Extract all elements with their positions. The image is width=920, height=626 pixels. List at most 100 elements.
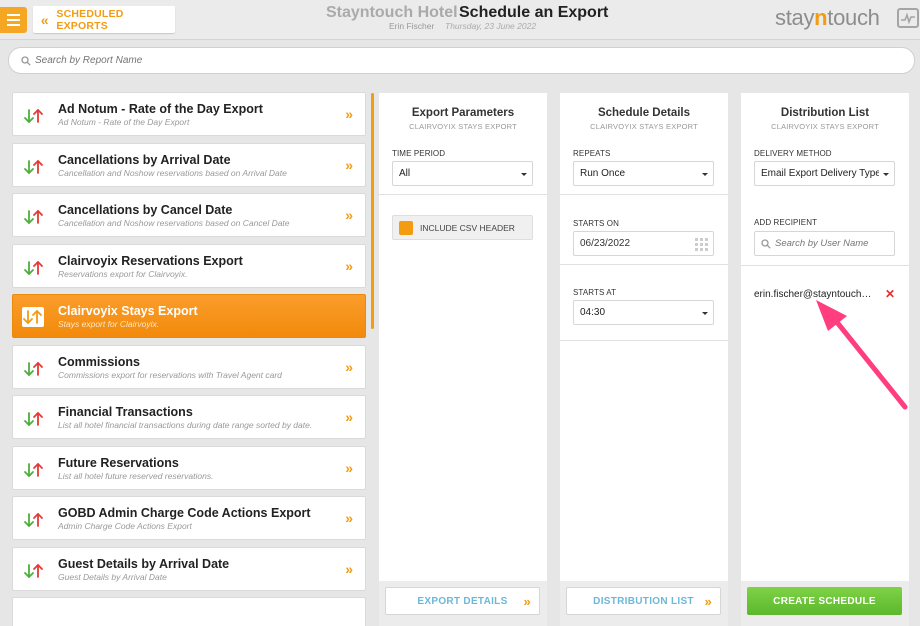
- report-list-item[interactable]: GOBD Admin Charge Code Actions Export Adm…: [12, 496, 366, 540]
- distribution-list-panel: Distribution List CLAIRVOYIX STAYS EXPOR…: [741, 93, 909, 626]
- panel-title: Export Parameters: [411, 107, 515, 119]
- panel-subtitle: CLAIRVOYIX STAYS EXPORT: [771, 122, 879, 131]
- create-schedule-button[interactable]: CREATE SCHEDULE: [747, 587, 902, 615]
- sort-arrows-icon: [23, 209, 45, 225]
- sort-arrows-icon: [23, 563, 45, 579]
- sort-arrows-icon: [23, 411, 45, 427]
- report-list-item[interactable]: Cancellations by Arrival Date Cancellatio…: [12, 142, 366, 187]
- hotel-name: Stayntouch Hotel: [326, 4, 458, 21]
- repeats-section: REPEATS Run Once: [560, 139, 728, 195]
- dropdown-caret-icon: [883, 173, 889, 176]
- time-period-section: TIME PERIOD All: [379, 139, 547, 195]
- report-description: Commissions export for reservations with…: [58, 369, 282, 380]
- starts-at-value: 04:30: [580, 307, 606, 318]
- panel-title: Schedule Details: [597, 107, 691, 119]
- report-description: Stays export for Clairvoyix.: [58, 319, 160, 329]
- starts-on-value: 06/23/2022: [580, 238, 631, 249]
- report-description: Admin Charge Code Actions Export: [58, 521, 192, 531]
- calendar-icon[interactable]: [695, 238, 708, 251]
- business-date: Thursday, 23 June 2022: [445, 21, 537, 31]
- logo-text-n: n: [814, 5, 828, 30]
- sort-arrows-icon: [23, 260, 45, 276]
- report-title: GOBD Admin Charge Code Actions Export: [58, 506, 311, 520]
- sort-arrows-icon: [23, 512, 45, 528]
- sort-arrows-icon: [22, 307, 44, 327]
- recipient-search-input[interactable]: [775, 238, 885, 249]
- double-chevron-right-icon: »: [345, 106, 353, 122]
- menu-icon[interactable]: [0, 7, 27, 33]
- starts-on-label: STARTS ON: [573, 219, 619, 228]
- time-period-select[interactable]: All: [392, 161, 533, 186]
- report-description: List all hotel future reserved reservati…: [58, 470, 214, 481]
- export-parameters-panel: Export Parameters CLAIRVOYIX STAYS EXPOR…: [379, 93, 547, 626]
- report-search-bar[interactable]: [8, 47, 915, 74]
- double-chevron-right-icon: »: [345, 207, 353, 223]
- delivery-method-label: DELIVERY METHOD: [754, 149, 832, 158]
- report-description: Reservations export for Clairvoyix.: [58, 268, 188, 279]
- starts-at-section: STARTS AT 04:30: [560, 265, 728, 341]
- starts-at-label: STARTS AT: [573, 288, 617, 297]
- distribution-list-label: DISTRIBUTION LIST: [593, 595, 694, 607]
- panel-footer: EXPORT DETAILS »: [379, 581, 547, 626]
- report-description: Cancellation and Noshow reservations bas…: [58, 167, 287, 178]
- delivery-method-select[interactable]: Email Export Delivery Type: [754, 161, 895, 186]
- report-title: Cancellations by Cancel Date: [58, 203, 233, 217]
- report-description: Guest Details by Arrival Date: [58, 571, 167, 582]
- include-csv-header-toggle[interactable]: INCLUDE CSV HEADER: [392, 215, 533, 240]
- double-chevron-right-icon: »: [345, 358, 353, 375]
- repeats-select[interactable]: Run Once: [573, 161, 714, 186]
- double-chevron-right-icon: »: [704, 594, 712, 609]
- double-chevron-right-icon: »: [345, 510, 353, 526]
- search-icon: [761, 238, 771, 249]
- report-title: Cancellations by Arrival Date: [58, 152, 231, 167]
- checkbox-checked-icon[interactable]: [399, 220, 413, 235]
- list-scrollbar[interactable]: [371, 93, 374, 329]
- csv-header-label: INCLUDE CSV HEADER: [420, 222, 515, 233]
- logo-text-prefix: stay: [775, 5, 815, 30]
- report-list-item[interactable]: Commissions Commissions export for reserv…: [12, 344, 366, 389]
- remove-recipient-close-icon[interactable]: ✕: [885, 287, 895, 301]
- report-list-item[interactable]: Clairvoyix Stays Export Stays export for …: [12, 294, 366, 338]
- recipient-email: erin.fischer@stayntouch.com: [754, 289, 872, 300]
- schedule-details-panel: Schedule Details CLAIRVOYIX STAYS EXPORT…: [560, 93, 728, 626]
- create-schedule-label: CREATE SCHEDULE: [773, 595, 876, 607]
- dropdown-caret-icon: [702, 173, 708, 176]
- report-description: Cancellation and Noshow reservations bas…: [58, 218, 290, 228]
- panel-subtitle: CLAIRVOYIX STAYS EXPORT: [590, 122, 698, 131]
- back-to-scheduled-exports-button[interactable]: « SCHEDULED EXPORTS: [33, 6, 175, 33]
- report-list-item[interactable]: Cancellations by Cancel Date Cancellation…: [12, 193, 366, 237]
- report-title: Financial Transactions: [58, 405, 193, 419]
- report-title: Clairvoyix Stays Export: [58, 304, 198, 318]
- time-period-value: All: [399, 168, 411, 179]
- app-header: « SCHEDULED EXPORTS Stayntouch Hotel Sch…: [0, 0, 920, 40]
- dropdown-caret-icon: [702, 312, 708, 315]
- search-input[interactable]: [35, 55, 335, 66]
- report-list-item[interactable]: Future Reservations List all hotel future…: [12, 445, 366, 490]
- report-list-item[interactable]: Guest Details by Arrival Date Guest Detai…: [12, 546, 366, 591]
- double-chevron-left-icon: «: [40, 11, 49, 28]
- distribution-list-button[interactable]: DISTRIBUTION LIST »: [566, 587, 721, 615]
- report-title: Commissions: [58, 354, 140, 369]
- report-list-item[interactable]: Clairvoyix Reservations Export Reservatio…: [12, 243, 366, 288]
- double-chevron-right-icon: »: [345, 560, 353, 577]
- report-list-item[interactable]: Financial Transactions List all hotel fin…: [12, 395, 366, 439]
- report-list: Ad Notum - Rate of the Day Export Ad Notu…: [12, 92, 368, 626]
- double-chevron-right-icon: »: [345, 459, 353, 476]
- back-button-label: SCHEDULED EXPORTS: [56, 7, 124, 32]
- divider: [741, 265, 909, 266]
- panel-footer: CREATE SCHEDULE: [741, 581, 909, 626]
- add-recipient-field[interactable]: [754, 231, 895, 256]
- report-list-item-partial[interactable]: [12, 597, 366, 626]
- repeats-label: REPEATS: [573, 149, 611, 158]
- sort-arrows-icon: [23, 159, 45, 175]
- stayntouch-logo: stayntouch: [775, 5, 880, 31]
- starts-at-select[interactable]: 04:30: [573, 300, 714, 325]
- sort-arrows-icon: [23, 108, 45, 124]
- panel-subtitle: CLAIRVOYIX STAYS EXPORT: [409, 122, 517, 131]
- add-recipient-label: ADD RECIPIENT: [754, 218, 818, 227]
- sort-arrows-icon: [23, 462, 45, 478]
- report-list-item[interactable]: Ad Notum - Rate of the Day Export Ad Notu…: [12, 92, 366, 136]
- export-details-button[interactable]: EXPORT DETAILS »: [385, 587, 540, 615]
- starts-on-date-input[interactable]: 06/23/2022: [573, 231, 714, 256]
- logo-text-suffix: touch: [827, 5, 880, 30]
